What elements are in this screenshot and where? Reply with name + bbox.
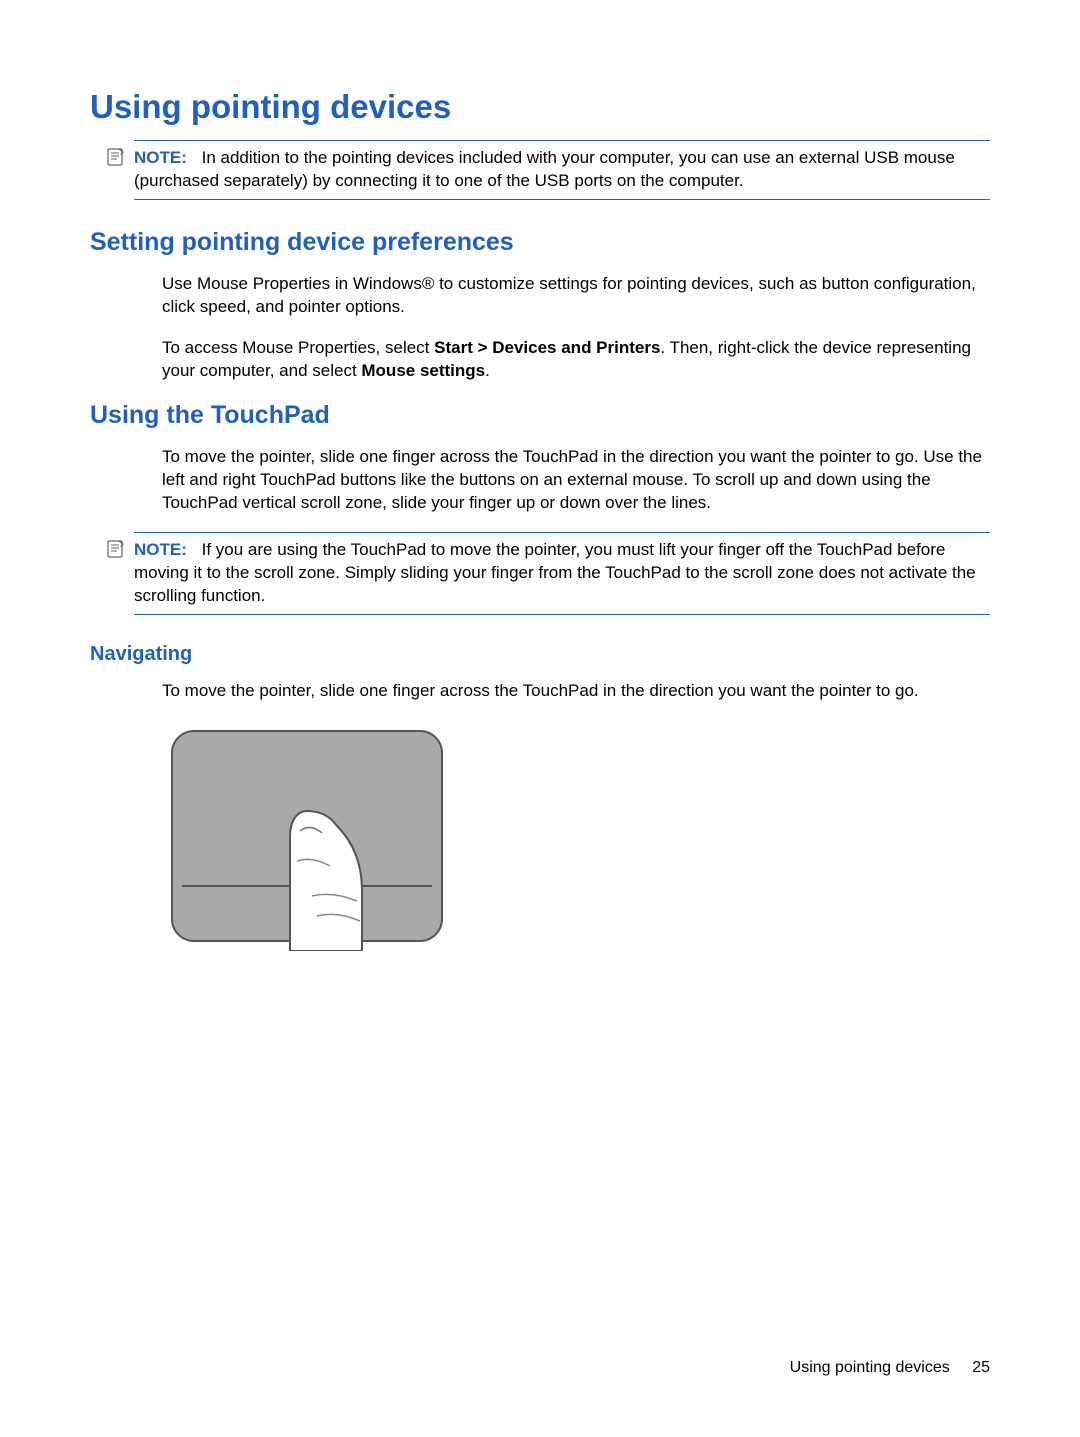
section-title-touchpad: Using the TouchPad bbox=[90, 401, 990, 430]
note-text: In addition to the pointing devices incl… bbox=[134, 148, 955, 190]
text-bold: Start > Devices and Printers bbox=[434, 338, 660, 357]
note-label: NOTE: bbox=[134, 148, 187, 167]
section-title-preferences: Setting pointing device preferences bbox=[90, 228, 990, 257]
body-text: To access Mouse Properties, select Start… bbox=[162, 337, 990, 383]
page-number: 25 bbox=[972, 1359, 990, 1376]
body-text: To move the pointer, slide one finger ac… bbox=[162, 446, 990, 515]
note-block-touchpad: NOTE: If you are using the TouchPad to m… bbox=[134, 532, 990, 615]
body-text: To move the pointer, slide one finger ac… bbox=[162, 680, 990, 703]
note-icon bbox=[106, 147, 126, 174]
note-label: NOTE: bbox=[134, 540, 187, 559]
text-fragment: . bbox=[485, 361, 490, 380]
subsection-title-navigating: Navigating bbox=[90, 643, 990, 666]
note-text: If you are using the TouchPad to move th… bbox=[134, 540, 976, 605]
body-text: Use Mouse Properties in Windows® to cust… bbox=[162, 273, 990, 319]
text-bold: Mouse settings bbox=[361, 361, 485, 380]
note-block-intro: NOTE: In addition to the pointing device… bbox=[134, 140, 990, 200]
note-icon bbox=[106, 539, 126, 566]
page-title: Using pointing devices bbox=[90, 88, 990, 126]
touchpad-illustration bbox=[162, 721, 990, 956]
page-footer: Using pointing devices 25 bbox=[790, 1359, 990, 1377]
text-fragment: To access Mouse Properties, select bbox=[162, 338, 434, 357]
footer-text: Using pointing devices bbox=[790, 1359, 950, 1376]
